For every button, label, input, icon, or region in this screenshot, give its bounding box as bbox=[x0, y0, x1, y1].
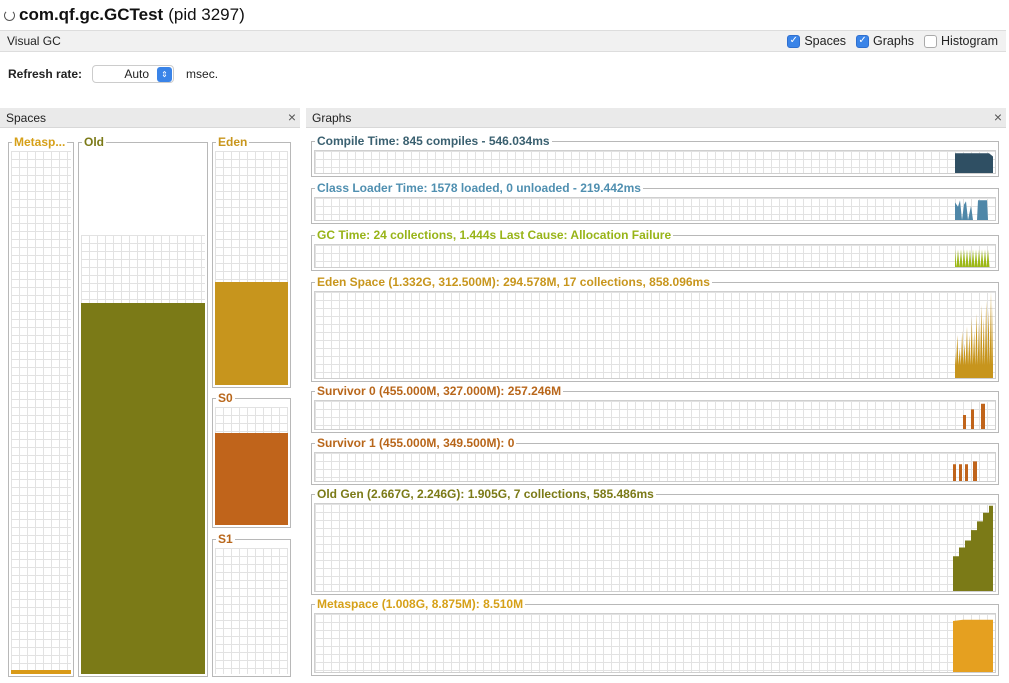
graph-old-gen-title: Old Gen (2.667G, 2.246G): 1.905G, 7 coll… bbox=[315, 487, 656, 501]
refresh-rate-unit: msec. bbox=[186, 67, 219, 81]
graph-metaspace-plot bbox=[314, 613, 996, 673]
graph-trace-s0 bbox=[963, 403, 985, 429]
refresh-rate-value: Auto bbox=[124, 67, 150, 81]
spaces-checkbox-icon[interactable]: ✓ bbox=[787, 34, 801, 48]
space-s1: S1 bbox=[212, 532, 291, 677]
space-s0-title: S0 bbox=[216, 391, 235, 405]
space-eden-title: Eden bbox=[216, 135, 250, 149]
graph-trace-svg bbox=[955, 249, 993, 267]
graph-survivor-1-title: Survivor 1 (455.000M, 349.500M): 0 bbox=[315, 436, 517, 450]
graph-old-gen: Old Gen (2.667G, 2.246G): 1.905G, 7 coll… bbox=[311, 487, 999, 595]
graph-metaspace: Metaspace (1.008G, 8.875M): 8.510M bbox=[311, 597, 999, 676]
graph-class-loader-time-plot bbox=[314, 197, 996, 221]
graph-gc-time: GC Time: 24 collections, 1.444s Last Cau… bbox=[311, 228, 999, 271]
graph-survivor-1: Survivor 1 (455.000M, 349.500M): 0 bbox=[311, 436, 999, 485]
graph-trace-metaspace bbox=[953, 619, 993, 672]
refresh-rate-label: Refresh rate: bbox=[8, 67, 83, 81]
graph-class-loader-time: Class Loader Time: 1578 loaded, 0 unload… bbox=[311, 181, 999, 224]
space-s0: S0 bbox=[212, 391, 291, 528]
window-title-bar: com.qf.gc.GCTest (pid 3297) bbox=[0, 0, 1009, 30]
histogram-checkbox[interactable]: Histogram bbox=[924, 34, 998, 48]
graph-trace-svg bbox=[955, 200, 988, 220]
graph-survivor-0: Survivor 0 (455.000M, 327.000M): 257.246… bbox=[311, 384, 999, 433]
graph-gc-time-plot bbox=[314, 244, 996, 268]
graph-trace-svg bbox=[955, 292, 993, 378]
graph-trace-s1 bbox=[953, 461, 977, 481]
graph-metaspace-title: Metaspace (1.008G, 8.875M): 8.510M bbox=[315, 597, 526, 611]
refresh-rate-select[interactable]: Auto ⇕ bbox=[92, 65, 175, 83]
graph-class-loader-time-title: Class Loader Time: 1578 loaded, 0 unload… bbox=[315, 181, 643, 195]
graph-eden-space: Eden Space (1.332G, 312.500M): 294.578M,… bbox=[311, 275, 999, 382]
visual-gc-tab-bar: Visual GC ✓ Spaces ✓ Graphs Histogram bbox=[0, 30, 1006, 52]
graph-trace-compile bbox=[955, 153, 993, 173]
graph-trace-svg bbox=[953, 505, 993, 591]
graphs-panel-close-icon[interactable]: × bbox=[994, 109, 1002, 125]
graph-trace-gc bbox=[955, 249, 993, 267]
space-old-title: Old bbox=[82, 135, 106, 149]
graphs-checkbox-label: Graphs bbox=[873, 34, 915, 48]
app-pid: (pid 3297) bbox=[168, 5, 245, 24]
space-metaspace: Metasp... bbox=[8, 135, 74, 677]
spaces-panel-close-icon[interactable]: × bbox=[288, 109, 296, 125]
view-options: ✓ Spaces ✓ Graphs Histogram bbox=[787, 34, 1006, 48]
space-old: Old bbox=[78, 135, 208, 677]
graph-eden-space-title: Eden Space (1.332G, 312.500M): 294.578M,… bbox=[315, 275, 712, 289]
graph-survivor-1-plot bbox=[314, 452, 996, 482]
space-s1-title: S1 bbox=[216, 532, 235, 546]
spaces-checkbox[interactable]: ✓ Spaces bbox=[787, 34, 846, 48]
graph-old-gen-plot bbox=[314, 503, 996, 592]
graph-trace-svg bbox=[953, 461, 977, 481]
space-s1-grid bbox=[215, 548, 288, 674]
graph-compile-time-plot bbox=[314, 150, 996, 174]
space-eden: Eden bbox=[212, 135, 291, 388]
spaces-checkbox-label: Spaces bbox=[804, 34, 847, 48]
space-metaspace-fill bbox=[11, 670, 71, 674]
space-metaspace-title: Metasp... bbox=[12, 135, 68, 149]
tab-visual-gc[interactable]: Visual GC bbox=[0, 34, 61, 48]
updown-arrows-icon[interactable]: ⇕ bbox=[157, 66, 173, 82]
spaces-panel-title: Spaces bbox=[6, 110, 47, 125]
histogram-checkbox-icon[interactable] bbox=[924, 34, 938, 48]
graph-survivor-0-title: Survivor 0 (455.000M, 327.000M): 257.246… bbox=[315, 384, 564, 398]
graph-trace-old bbox=[953, 505, 993, 591]
refresh-rate-row: Refresh rate: Auto ⇕ msec. bbox=[8, 64, 218, 84]
space-eden-fill bbox=[215, 282, 288, 385]
graph-survivor-0-plot bbox=[314, 400, 996, 430]
space-s0-fill bbox=[215, 433, 288, 525]
graph-gc-time-title: GC Time: 24 collections, 1.444s Last Cau… bbox=[315, 228, 674, 242]
graph-trace-svg bbox=[953, 619, 993, 672]
loading-spinner-icon bbox=[4, 9, 15, 21]
graph-trace-svg bbox=[955, 153, 993, 173]
histogram-checkbox-label: Histogram bbox=[941, 34, 998, 48]
graphs-checkbox[interactable]: ✓ Graphs bbox=[856, 34, 914, 48]
spaces-panel-header: Spaces × bbox=[0, 108, 300, 128]
graph-trace-svg bbox=[963, 403, 985, 429]
graphs-panel-header: Graphs × bbox=[306, 108, 1006, 128]
space-old-fill bbox=[81, 303, 205, 674]
graph-trace-eden bbox=[955, 292, 993, 378]
graph-eden-space-plot bbox=[314, 291, 996, 379]
space-metaspace-grid bbox=[11, 151, 71, 674]
app-name: com.qf.gc.GCTest bbox=[19, 5, 164, 24]
graph-trace-classloader bbox=[955, 200, 988, 220]
graph-compile-time: Compile Time: 845 compiles - 546.034ms bbox=[311, 134, 999, 177]
graph-compile-time-title: Compile Time: 845 compiles - 546.034ms bbox=[315, 134, 552, 148]
graphs-panel-title: Graphs bbox=[312, 110, 352, 125]
graphs-checkbox-icon[interactable]: ✓ bbox=[856, 34, 870, 48]
